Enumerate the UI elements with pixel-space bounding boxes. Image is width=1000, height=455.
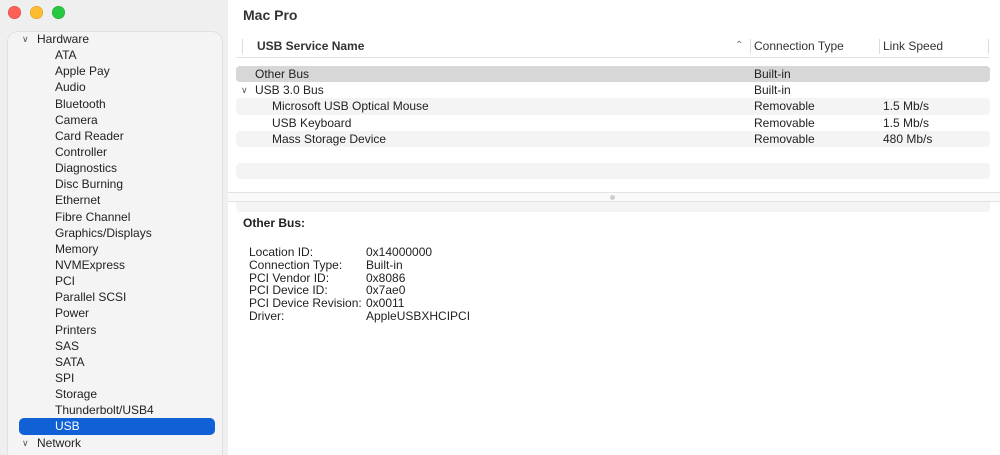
cell-connection-type: Removable xyxy=(754,99,815,114)
cell-connection-type: Built-in xyxy=(754,67,791,81)
detail-field: Connection Type: Built-in xyxy=(243,257,983,272)
cell-link-speed: 480 Mb/s xyxy=(883,131,933,146)
table-row[interactable]: Other Bus Built-in xyxy=(236,66,990,83)
detail-field-value: AppleUSBXHCIPCI xyxy=(366,308,471,323)
sort-ascending-icon[interactable]: ⌃ xyxy=(735,40,743,51)
sidebar-item-pci[interactable]: PCI xyxy=(0,273,228,289)
sidebar-item-controller[interactable]: Controller xyxy=(0,144,228,160)
sidebar-item-printers[interactable]: Printers xyxy=(0,322,228,338)
sidebar-item-ethernet[interactable]: Ethernet xyxy=(0,192,228,208)
sidebar-tree: ∨ Hardware ATA Apple Pay Audio Bluetooth Camer… xyxy=(0,31,228,451)
sidebar-item-camera[interactable]: Camera xyxy=(0,112,228,128)
sidebar-item-graphics-displays[interactable]: Graphics/Displays xyxy=(0,225,228,241)
zoom-window-icon[interactable] xyxy=(52,6,65,19)
column-header-speed[interactable]: Link Speed xyxy=(883,39,943,53)
cell-link-speed: 1.5 Mb/s xyxy=(883,99,930,114)
detail-field: Location ID: 0x14000000 xyxy=(243,246,983,259)
cell-service-name: Microsoft USB Optical Mouse xyxy=(272,99,429,114)
minimize-window-icon[interactable] xyxy=(30,6,43,19)
table-row[interactable]: USB Keyboard Removable 1.5 Mb/s xyxy=(236,115,990,131)
system-information-window: ∨ Hardware ATA Apple Pay Audio Bluetooth Camer… xyxy=(0,0,1000,455)
close-window-icon[interactable] xyxy=(8,6,21,19)
cell-link-speed: 1.5 Mb/s xyxy=(883,115,930,130)
detail-pane: Other Bus: Location ID: 0x14000000 Connect… xyxy=(243,216,983,323)
empty-row xyxy=(236,163,990,180)
chevron-down-icon[interactable]: ∨ xyxy=(22,31,34,47)
table-row[interactable]: ∨ USB 3.0 Bus Built-in xyxy=(236,82,990,98)
cell-connection-type: Removable xyxy=(754,131,815,146)
sidebar-item-diagnostics[interactable]: Diagnostics xyxy=(0,160,228,176)
split-divider[interactable] xyxy=(228,192,1000,202)
window-controls xyxy=(8,6,65,19)
sidebar-item-nvmexpress[interactable]: NVMExpress xyxy=(0,257,228,273)
detail-field-key: Location ID: xyxy=(249,245,314,259)
chevron-down-icon[interactable]: ∨ xyxy=(22,435,34,451)
cell-service-name: USB 3.0 Bus xyxy=(255,83,324,98)
sidebar-item-thunderbolt-usb4[interactable]: Thunderbolt/USB4 xyxy=(0,402,228,418)
detail-field-key: Driver: xyxy=(249,308,285,323)
detail-field-value: 0x14000000 xyxy=(366,245,433,259)
sidebar-item-fibre-channel[interactable]: Fibre Channel xyxy=(0,209,228,225)
column-header-name[interactable]: USB Service Name xyxy=(257,39,364,53)
split-handle-icon[interactable] xyxy=(610,195,615,200)
cell-service-name: USB Keyboard xyxy=(272,115,352,130)
sidebar-group-network[interactable]: ∨ Network xyxy=(0,435,228,451)
column-divider[interactable] xyxy=(988,39,989,54)
sidebar-item-memory[interactable]: Memory xyxy=(0,241,228,257)
empty-row xyxy=(236,147,990,163)
sidebar-item-card-reader[interactable]: Card Reader xyxy=(0,128,228,144)
detail-field-value: Built-in xyxy=(366,257,403,272)
sidebar-item-apple-pay[interactable]: Apple Pay xyxy=(0,63,228,79)
detail-field: PCI Vendor ID: 0x8086 xyxy=(243,271,983,285)
cell-service-name: Mass Storage Device xyxy=(272,131,387,146)
chevron-down-icon[interactable]: ∨ xyxy=(241,82,248,98)
main-content: Mac Pro USB Service Name ⌃ Connection Ty… xyxy=(228,0,1000,455)
detail-field: PCI Device Revision: 0x0011 xyxy=(243,297,983,310)
detail-title: Other Bus: xyxy=(243,216,306,230)
sidebar-item-sata[interactable]: SATA xyxy=(0,354,228,370)
sidebar-item-ata[interactable]: ATA xyxy=(0,47,228,63)
sidebar-item-audio[interactable]: Audio xyxy=(0,79,228,95)
sidebar-item-storage[interactable]: Storage xyxy=(0,386,228,402)
cell-connection-type: Built-in xyxy=(754,83,791,98)
column-divider[interactable] xyxy=(879,39,880,54)
detail-field-key: Connection Type: xyxy=(249,257,343,272)
column-header-connection[interactable]: Connection Type xyxy=(754,39,844,53)
detail-fields: Location ID: 0x14000000 Connection Type: Bu… xyxy=(243,246,983,323)
detail-field: Driver: AppleUSBXHCIPCI xyxy=(243,310,983,323)
sidebar-item-bluetooth[interactable]: Bluetooth xyxy=(0,96,228,112)
cell-connection-type: Removable xyxy=(754,115,815,130)
sidebar-item-sas[interactable]: SAS xyxy=(0,338,228,354)
column-divider[interactable] xyxy=(750,39,751,54)
sidebar: ∨ Hardware ATA Apple Pay Audio Bluetooth Camer… xyxy=(0,0,228,455)
column-divider xyxy=(242,39,243,54)
table-row[interactable]: Microsoft USB Optical Mouse Removable 1.5 … xyxy=(236,98,990,115)
sidebar-item-usb[interactable]: USB xyxy=(19,418,215,435)
table-header: USB Service Name ⌃ Connection Type Link … xyxy=(236,36,990,58)
sidebar-item-parallel-scsi[interactable]: Parallel SCSI xyxy=(0,289,228,305)
sidebar-item-power[interactable]: Power xyxy=(0,305,228,321)
table-row[interactable]: Mass Storage Device Removable 480 Mb/s xyxy=(236,130,990,147)
cell-service-name: Other Bus xyxy=(255,67,310,81)
sidebar-item-spi[interactable]: SPI xyxy=(0,370,228,386)
usb-device-table: Other Bus Built-in ∨ USB 3.0 Bus Built-in Mic… xyxy=(236,66,990,212)
window-title: Mac Pro xyxy=(243,7,298,23)
sidebar-item-disc-burning[interactable]: Disc Burning xyxy=(0,176,228,192)
sidebar-group-hardware[interactable]: ∨ Hardware xyxy=(0,31,228,47)
